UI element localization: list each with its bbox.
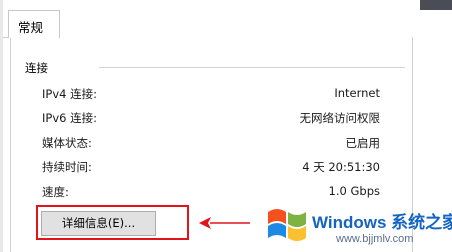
background-window-edge [420,0,452,10]
ipv6-connection-value: 无网络访问权限 [299,111,381,125]
watermark-title: Windows 系统之家 [312,213,452,232]
windows-logo-icon [268,209,306,241]
watermark-url: www.bjjmlv.com [336,233,414,245]
ipv6-connection-label: IPv6 连接: [42,111,97,125]
speed-label: 速度: [42,185,69,199]
connection-group-label: 连接 [25,61,48,75]
media-state-value: 已启用 [345,136,381,150]
highlight-box [36,205,189,240]
ipv4-connection-label: IPv4 连接: [42,87,97,101]
connection-group-divider [99,67,405,68]
duration-value: 4 天 20:51:30 [302,160,380,174]
media-state-label: 媒体状态: [42,136,92,150]
watermark: Windows 系统之家 www.bjjmlv.com [262,200,452,252]
red-arrow-icon [199,217,250,229]
tab-general[interactable]: 常规 [8,10,60,38]
tab-general-label: 常规 [18,20,44,35]
duration-label: 持续时间: [42,160,92,174]
ipv4-connection-value: Internet [334,86,380,100]
speed-value: 1.0 Gbps [328,184,380,198]
